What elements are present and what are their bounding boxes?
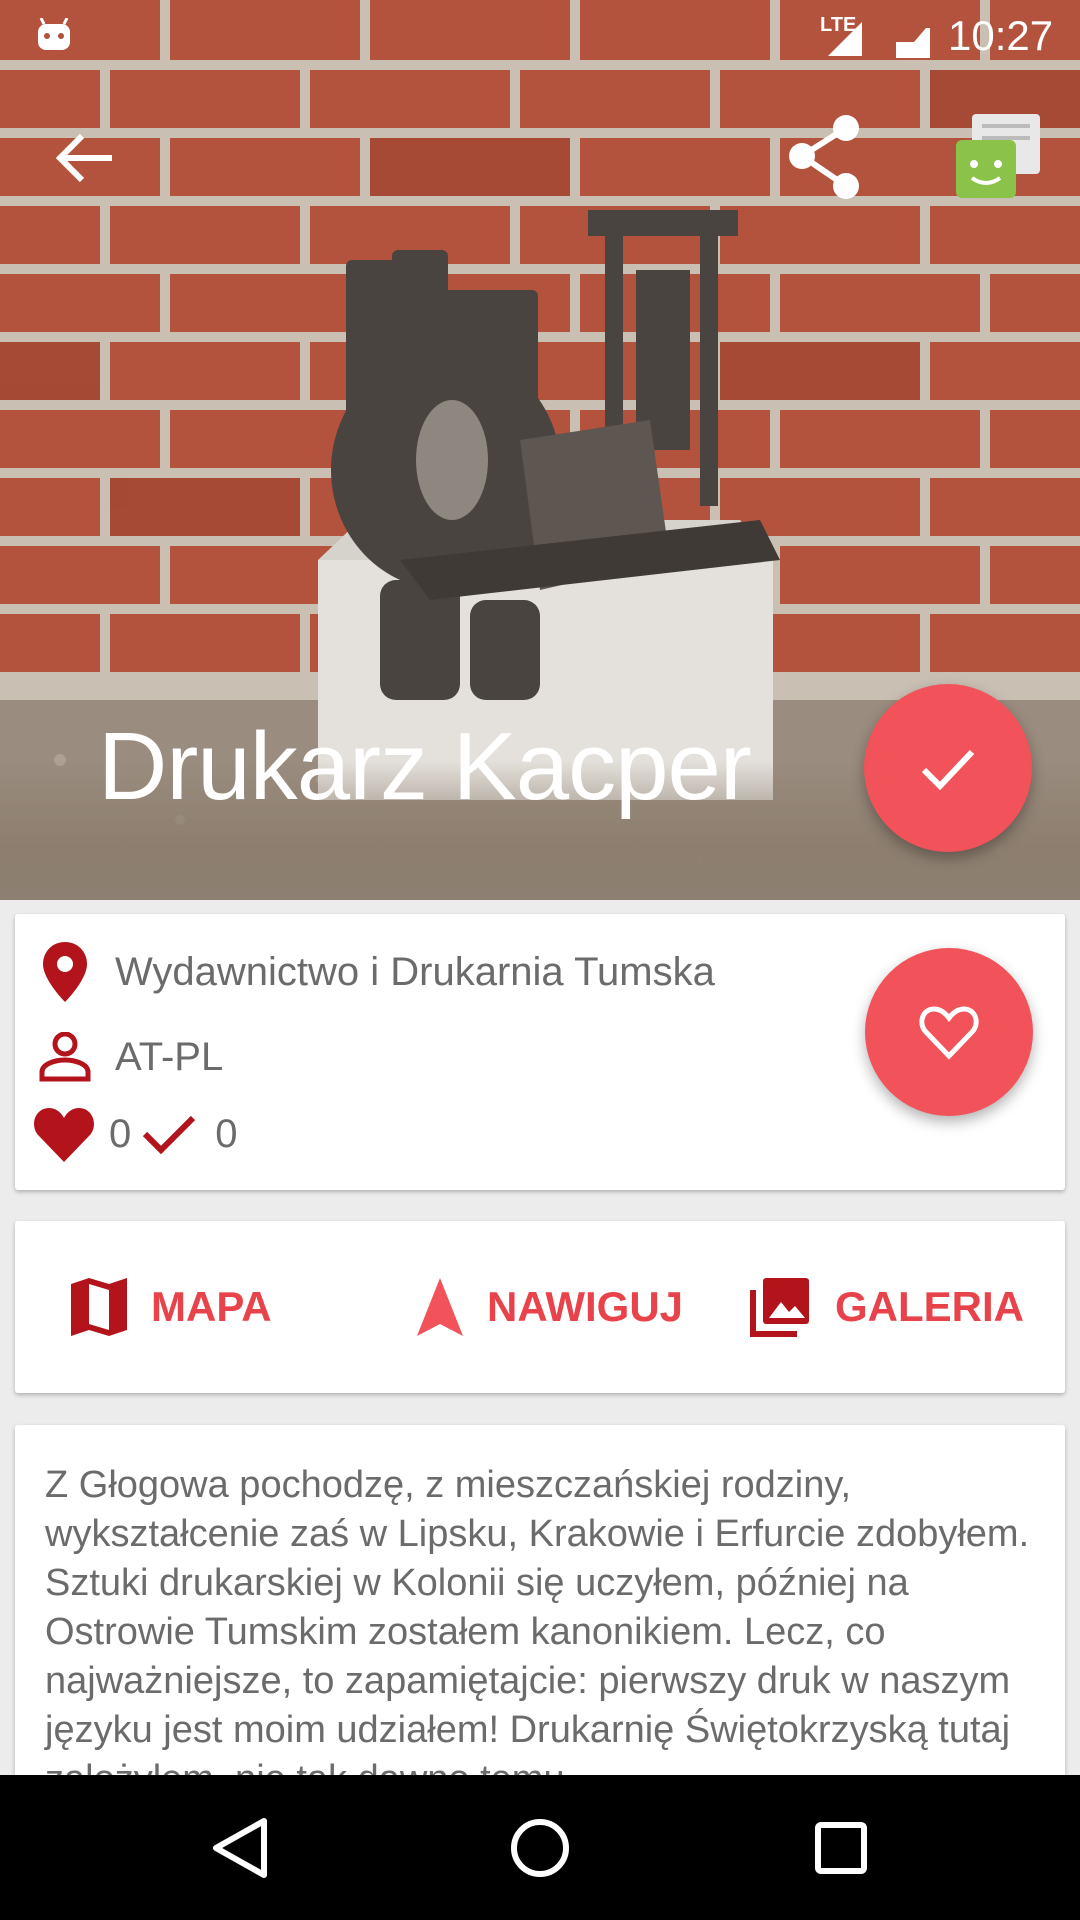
check-icon <box>921 749 975 791</box>
navigate-button[interactable]: NAWIGUJ <box>417 1221 683 1393</box>
signal-icon <box>828 22 862 56</box>
gallery-button[interactable]: GALERIA <box>749 1221 1024 1393</box>
gallery-icon <box>750 1278 809 1337</box>
nav-home-icon[interactable] <box>505 1813 575 1883</box>
map-icon <box>71 1278 127 1336</box>
navigate-button-label: NAWIGUJ <box>487 1283 684 1330</box>
page-title: Drukarz Kacper <box>98 713 752 820</box>
android-badge-icon[interactable] <box>952 112 1042 202</box>
check-icon <box>143 1115 196 1155</box>
description-text: Z Głogowa pochodzę, z mieszczańskiej rod… <box>45 1464 1030 1800</box>
nav-back-icon[interactable] <box>206 1813 276 1883</box>
mark-visited-button[interactable] <box>864 684 1032 852</box>
gallery-button-label: GALERIA <box>835 1283 1024 1330</box>
favorite-button[interactable] <box>865 948 1033 1116</box>
heart-icon <box>34 1108 94 1162</box>
system-navigation-bar <box>0 1775 1080 1920</box>
arrow-left-icon[interactable] <box>52 126 116 190</box>
author-row: AT-PL <box>15 1032 223 1082</box>
heart-outline-icon <box>919 1006 979 1060</box>
battery-icon <box>896 28 930 58</box>
map-button[interactable]: MAPA <box>71 1221 272 1393</box>
location-row: Wydawnictwo i Drukarnia Tumska <box>15 942 715 1002</box>
info-card: Wydawnictwo i Drukarnia Tumska AT-PL 0 0 <box>15 914 1065 1190</box>
android-notification-icon <box>38 18 70 50</box>
share-icon[interactable] <box>786 114 864 200</box>
stats-row: 0 0 <box>33 1106 238 1162</box>
location-pin-icon <box>43 942 87 1002</box>
navigation-icon <box>417 1278 463 1336</box>
location-text: Wydawnictwo i Drukarnia Tumska <box>115 949 715 994</box>
clock: 10:27 <box>948 12 1054 59</box>
likes-count: 0 <box>109 1111 132 1156</box>
person-icon <box>39 1032 91 1082</box>
author-text: AT-PL <box>115 1034 224 1079</box>
status-bar: LTE 10:27 <box>0 0 1080 72</box>
visits-count: 0 <box>215 1111 238 1156</box>
map-button-label: MAPA <box>151 1283 272 1330</box>
nav-recents-icon[interactable] <box>806 1813 876 1883</box>
actions-card: MAPA NAWIGUJ GALERIA <box>15 1221 1065 1393</box>
